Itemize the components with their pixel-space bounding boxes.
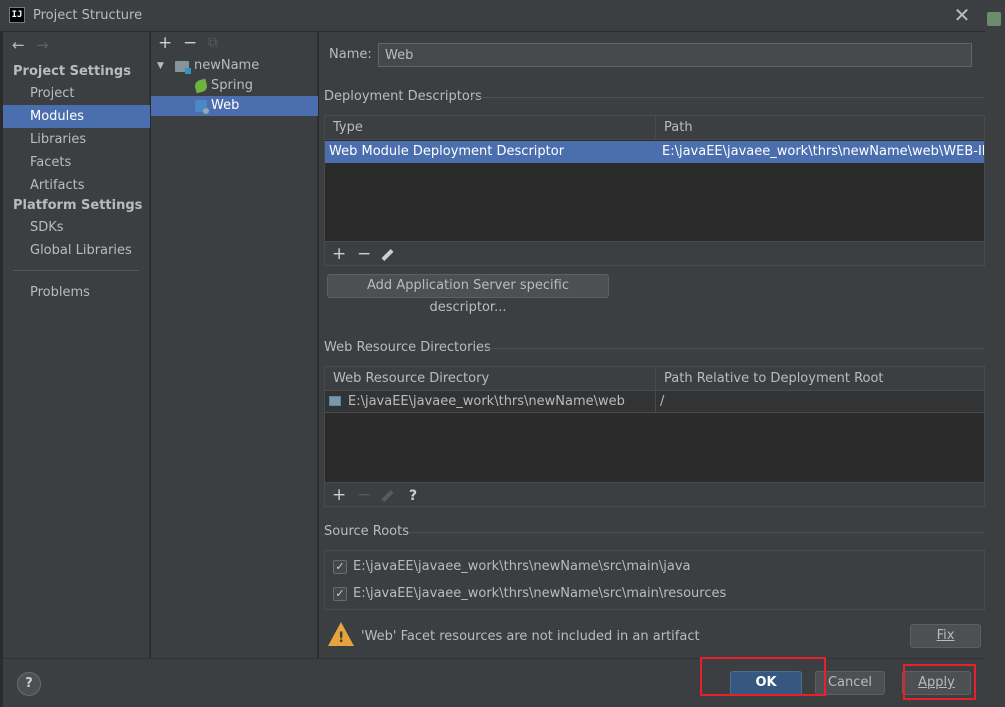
- section-divider: [409, 532, 985, 533]
- column-header-type[interactable]: Type: [325, 116, 655, 140]
- sidebar-item-global-libraries[interactable]: Global Libraries: [3, 239, 150, 262]
- back-arrow-icon[interactable]: ←: [12, 36, 36, 54]
- section-divider: [471, 97, 985, 98]
- background-ide-edge: [985, 0, 1005, 707]
- sidebar-divider: [13, 270, 139, 271]
- title-bar: IJ Project Structure ✕: [0, 0, 1005, 32]
- close-icon[interactable]: ✕: [952, 4, 972, 26]
- edit-icon[interactable]: [381, 489, 394, 503]
- add-icon[interactable]: +: [332, 244, 346, 264]
- tree-node-web[interactable]: Web: [151, 96, 318, 116]
- expand-arrow-icon[interactable]: ▼: [157, 56, 164, 76]
- sidebar-item-facets[interactable]: Facets: [3, 151, 150, 174]
- name-label: Name:: [329, 47, 372, 62]
- remove-icon[interactable]: −: [357, 485, 371, 505]
- name-field[interactable]: [378, 43, 972, 67]
- resource-table-toolbar: + − ?: [325, 482, 984, 506]
- tree-toolbar: + − ⧉: [151, 32, 318, 56]
- platform-settings-header: Platform Settings: [13, 198, 143, 213]
- facet-settings-panel: Name: Deployment Descriptors Type Path W…: [319, 32, 985, 658]
- table-row[interactable]: E:\javaEE\javaee_work\thrs\newName\web /: [325, 391, 984, 413]
- tree-node-label: newName: [194, 58, 260, 73]
- sidebar-item-problems[interactable]: Problems: [3, 281, 150, 304]
- source-roots-title: Source Roots: [324, 524, 410, 539]
- table-row[interactable]: Web Module Deployment Descriptor E:\java…: [325, 141, 984, 163]
- add-icon[interactable]: +: [158, 34, 172, 52]
- help-question-icon[interactable]: ?: [409, 486, 417, 506]
- relative-path-cell: /: [660, 394, 665, 409]
- dialog-button-bar: ? OK Cancel Apply: [3, 658, 985, 707]
- section-divider: [483, 348, 985, 349]
- web-resource-directories-table: Web Resource Directory Path Relative to …: [324, 366, 985, 507]
- descriptor-type-cell: Web Module Deployment Descriptor: [329, 144, 565, 159]
- forward-arrow-icon[interactable]: →: [36, 36, 60, 54]
- table-header: Type Path: [325, 116, 984, 140]
- ok-button-highlight: [700, 657, 826, 696]
- window-title: Project Structure: [33, 8, 143, 23]
- source-roots-list: ✓ E:\javaEE\javaee_work\thrs\newName\src…: [324, 550, 985, 610]
- remove-icon[interactable]: −: [357, 244, 371, 264]
- checkbox-checked[interactable]: ✓: [333, 560, 347, 574]
- tree-node-spring[interactable]: Spring: [151, 76, 318, 96]
- table-header: Web Resource Directory Path Relative to …: [325, 367, 984, 391]
- deployment-descriptors-title: Deployment Descriptors: [324, 89, 482, 104]
- sidebar-item-artifacts[interactable]: Artifacts: [3, 174, 150, 197]
- source-root-path: E:\javaEE\javaee_work\thrs\newName\src\m…: [353, 586, 727, 601]
- spring-leaf-icon: [193, 78, 209, 94]
- warning-exclamation-icon: !: [338, 630, 345, 646]
- run-icon: [987, 12, 1001, 26]
- sidebar-item-sdks[interactable]: SDKs: [3, 216, 150, 239]
- module-tree-panel: + − ⧉ ▼ newName Spring Web: [151, 32, 318, 658]
- add-server-descriptor-button[interactable]: Add Application Server specific descript…: [327, 274, 609, 315]
- copy-icon[interactable]: ⧉: [208, 34, 218, 52]
- deployment-descriptors-table: Type Path Web Module Deployment Descript…: [324, 115, 985, 266]
- descriptor-table-toolbar: + −: [325, 241, 984, 265]
- web-resource-directories-title: Web Resource Directories: [324, 340, 491, 355]
- sidebar-item-modules[interactable]: Modules: [3, 105, 150, 128]
- checkbox-checked[interactable]: ✓: [333, 587, 347, 601]
- column-header-relative-path[interactable]: Path Relative to Deployment Root: [656, 367, 984, 391]
- settings-sidebar: ← → Project Settings Project Modules Libr…: [3, 32, 150, 658]
- directory-cell: E:\javaEE\javaee_work\thrs\newName\web: [348, 394, 625, 409]
- sidebar-item-project[interactable]: Project: [3, 82, 150, 105]
- sidebar-item-libraries[interactable]: Libraries: [3, 128, 150, 151]
- tree-node-label: Spring: [211, 78, 253, 93]
- warning-message: 'Web' Facet resources are not included i…: [361, 629, 700, 644]
- history-navigation: ← →: [12, 36, 60, 54]
- column-header-directory[interactable]: Web Resource Directory: [325, 367, 655, 391]
- fix-button[interactable]: Fix: [910, 624, 981, 648]
- module-folder-icon: [175, 61, 191, 74]
- column-header-path[interactable]: Path: [656, 116, 984, 140]
- remove-icon[interactable]: −: [183, 34, 197, 52]
- help-icon[interactable]: ?: [17, 672, 41, 696]
- web-facet-icon: [195, 100, 209, 114]
- apply-button-highlight: [903, 664, 976, 700]
- tree-node-newname[interactable]: ▼ newName: [151, 56, 318, 76]
- web-folder-icon: [329, 396, 341, 406]
- project-settings-header: Project Settings: [13, 64, 131, 79]
- intellij-app-icon: IJ: [9, 7, 25, 23]
- descriptor-path-cell: E:\javaEE\javaee_work\thrs\newName\web\W…: [662, 144, 984, 159]
- tree-node-label: Web: [211, 98, 240, 113]
- edit-icon[interactable]: [381, 248, 394, 262]
- source-root-path: E:\javaEE\javaee_work\thrs\newName\src\m…: [353, 559, 691, 574]
- add-icon[interactable]: +: [332, 485, 346, 505]
